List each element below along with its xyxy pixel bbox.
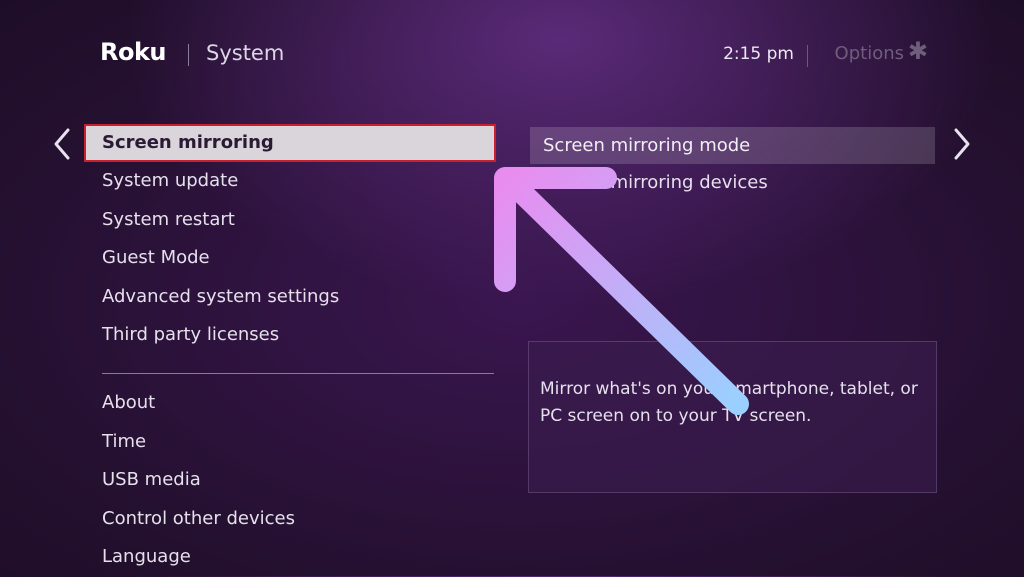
menu-item-third-party-licenses[interactable]: Third party licenses [84, 316, 496, 355]
description-text: Mirror what's on your smartphone, tablet… [540, 379, 918, 426]
asterisk-icon[interactable]: ✱ [908, 39, 928, 63]
menu-divider [102, 372, 494, 374]
menu-item-about[interactable]: About [84, 384, 496, 423]
system-menu: Screen mirroring System update System re… [84, 124, 496, 577]
header-divider-right [807, 45, 808, 67]
menu-item-system-update[interactable]: System update [84, 162, 496, 201]
menu-item-system-restart[interactable]: System restart [84, 201, 496, 240]
description-panel: Mirror what's on your smartphone, tablet… [528, 341, 937, 493]
menu-item-advanced-system-settings[interactable]: Advanced system settings [84, 278, 496, 317]
options-label[interactable]: Options [835, 43, 904, 64]
submenu-item-screen-mirroring-mode[interactable]: Screen mirroring mode [530, 127, 935, 164]
header-divider [188, 44, 189, 66]
menu-item-usb-media[interactable]: USB media [84, 461, 496, 500]
clock: 2:15 pm [723, 44, 794, 64]
header: Roku System 2:15 pm Options ✱ [100, 36, 928, 70]
roku-logo: Roku [100, 38, 167, 66]
submenu-item-screen-mirroring-devices[interactable]: Screen mirroring devices [530, 164, 935, 201]
menu-item-control-other-devices[interactable]: Control other devices [84, 500, 496, 539]
page-title: System [206, 41, 285, 65]
menu-item-screen-mirroring[interactable]: Screen mirroring [84, 124, 496, 162]
chevron-left-icon[interactable] [52, 126, 72, 162]
chevron-right-icon[interactable] [952, 126, 972, 162]
menu-item-time[interactable]: Time [84, 423, 496, 462]
screen-mirroring-submenu: Screen mirroring mode Screen mirroring d… [530, 127, 935, 201]
menu-item-language[interactable]: Language [84, 538, 496, 577]
menu-item-guest-mode[interactable]: Guest Mode [84, 239, 496, 278]
